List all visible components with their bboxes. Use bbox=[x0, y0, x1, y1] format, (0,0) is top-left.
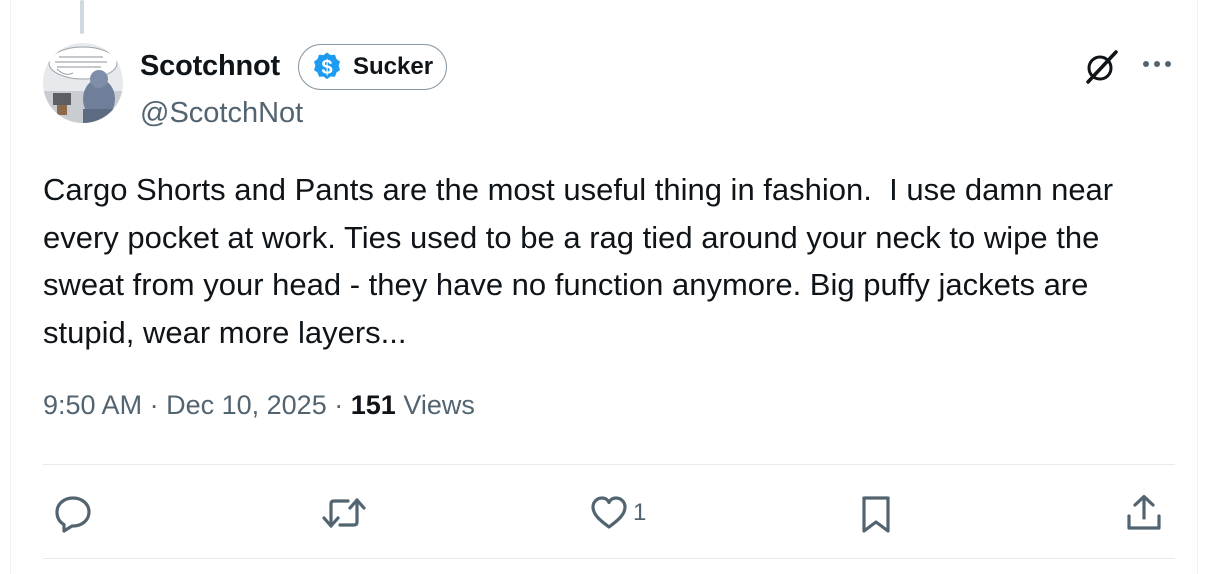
thread-connector-line bbox=[80, 0, 84, 34]
share-icon bbox=[1127, 494, 1161, 530]
meta-separator: · bbox=[334, 390, 344, 420]
divider bbox=[43, 558, 1175, 559]
divider bbox=[43, 464, 1175, 465]
like-button[interactable]: 1 bbox=[589, 494, 646, 532]
post-date[interactable]: Dec 10, 2025 bbox=[166, 390, 327, 420]
post-time[interactable]: 9:50 AM bbox=[43, 390, 142, 420]
dollar-icon: $ bbox=[311, 51, 343, 83]
subscription-badge[interactable]: $ Sucker bbox=[298, 44, 447, 90]
reply-icon bbox=[55, 496, 91, 533]
action-bar: 1 bbox=[0, 490, 1208, 540]
avatar-image bbox=[43, 43, 123, 123]
repost-button[interactable] bbox=[321, 492, 367, 534]
avatar[interactable] bbox=[43, 43, 123, 123]
bookmark-button[interactable] bbox=[858, 494, 894, 534]
post-meta: 9:50 AM · Dec 10, 2025 · 151 Views bbox=[43, 390, 475, 421]
reply-button[interactable] bbox=[52, 492, 94, 534]
author-display-name[interactable]: Scotchnot bbox=[140, 50, 280, 83]
share-button[interactable] bbox=[1124, 493, 1164, 533]
badge-label: Sucker bbox=[353, 53, 434, 80]
column-border-left bbox=[10, 0, 11, 574]
heart-icon bbox=[591, 496, 627, 529]
author-handle[interactable]: @ScotchNot bbox=[140, 97, 303, 130]
meta-separator: · bbox=[149, 390, 159, 420]
grok-icon[interactable] bbox=[1082, 46, 1122, 86]
views-count: 151 bbox=[350, 390, 396, 420]
repost-icon bbox=[322, 498, 366, 528]
like-count: 1 bbox=[633, 499, 647, 526]
views-label: Views bbox=[403, 390, 475, 420]
more-icon[interactable] bbox=[1140, 54, 1174, 74]
svg-text:$: $ bbox=[321, 57, 332, 79]
column-border-right bbox=[1197, 0, 1198, 574]
bookmark-icon bbox=[862, 496, 890, 533]
post-text: Cargo Shorts and Pants are the most usef… bbox=[43, 172, 1122, 350]
